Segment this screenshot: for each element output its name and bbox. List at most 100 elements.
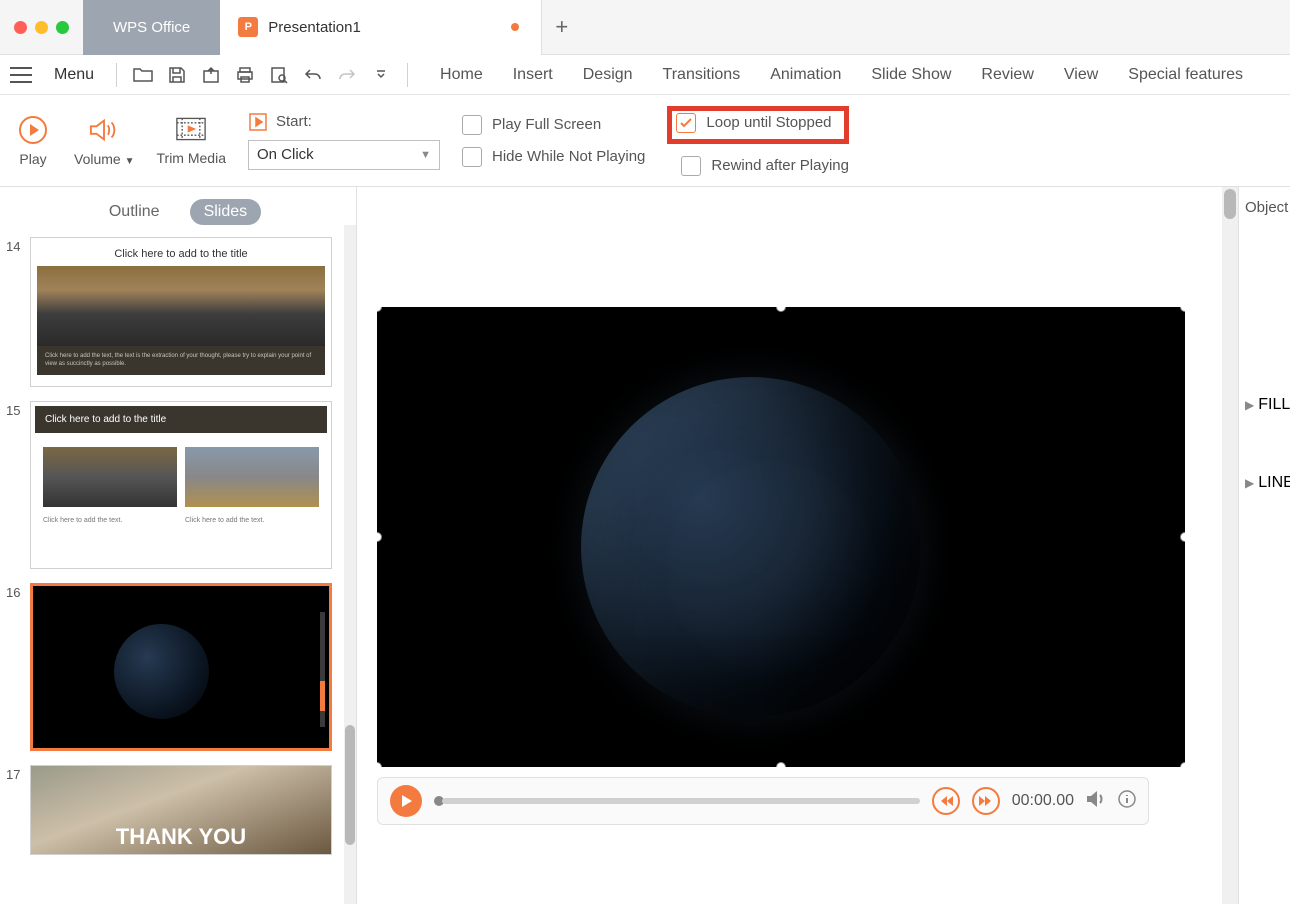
start-label: Start: bbox=[276, 113, 312, 130]
document-tab[interactable]: P Presentation1 bbox=[220, 0, 542, 55]
tab-outline[interactable]: Outline bbox=[95, 199, 174, 225]
tab-home[interactable]: Home bbox=[440, 66, 483, 84]
slide-image bbox=[37, 266, 325, 346]
play-full-screen-checkbox[interactable]: Play Full Screen bbox=[462, 115, 645, 135]
maximize-window-icon[interactable] bbox=[56, 21, 69, 34]
video-object[interactable] bbox=[377, 307, 1185, 767]
volume-button[interactable]: Volume ▼ bbox=[68, 115, 141, 167]
trim-media-icon bbox=[176, 114, 206, 144]
earth-icon bbox=[114, 624, 209, 719]
rewind-after-playing-checkbox[interactable]: Rewind after Playing bbox=[681, 156, 849, 176]
menu-row: Menu Home Insert Design Transitions Anim… bbox=[0, 55, 1290, 95]
hide-while-not-playing-checkbox[interactable]: Hide While Not Playing bbox=[462, 147, 645, 167]
resize-handle[interactable] bbox=[377, 307, 382, 312]
print-icon[interactable] bbox=[234, 64, 256, 86]
divider bbox=[116, 63, 117, 87]
resize-handle[interactable] bbox=[1180, 762, 1185, 767]
titlebar: WPS Office P Presentation1 + bbox=[0, 0, 1290, 55]
chevron-down-icon: ▼ bbox=[420, 149, 431, 161]
save-icon[interactable] bbox=[166, 64, 188, 86]
redo-icon[interactable] bbox=[336, 64, 358, 86]
highlight-annotation: Loop until Stopped bbox=[667, 106, 849, 144]
undo-icon[interactable] bbox=[302, 64, 324, 86]
slide-panel-tabs: Outline Slides bbox=[0, 187, 356, 237]
slide-canvas[interactable]: 00:00.00 bbox=[357, 187, 1238, 904]
line-section[interactable]: ▶LINE bbox=[1239, 474, 1290, 492]
new-tab-button[interactable]: + bbox=[542, 14, 582, 40]
expand-icon: ▶ bbox=[1245, 476, 1254, 490]
thumbnail-14[interactable]: 14 Click here to add to the title Click … bbox=[6, 237, 350, 387]
thumbnail-17[interactable]: 17 THANK YOU bbox=[6, 765, 350, 855]
info-icon[interactable] bbox=[1118, 790, 1136, 813]
tab-slide-show[interactable]: Slide Show bbox=[871, 66, 951, 84]
slide-number: 15 bbox=[6, 401, 26, 418]
start-select[interactable]: On Click ▼ bbox=[248, 140, 440, 170]
window-controls bbox=[0, 21, 83, 34]
slide-image bbox=[185, 447, 319, 507]
scrollbar-thumb[interactable] bbox=[1224, 189, 1236, 219]
tab-transitions[interactable]: Transitions bbox=[663, 66, 741, 84]
tab-slides[interactable]: Slides bbox=[190, 199, 262, 225]
document-title: Presentation1 bbox=[268, 19, 361, 36]
sidebar-scrollbar[interactable] bbox=[344, 225, 356, 904]
section-label: FILL bbox=[1258, 396, 1290, 414]
play-button[interactable]: Play bbox=[8, 115, 58, 167]
tab-design[interactable]: Design bbox=[583, 66, 633, 84]
hamburger-icon[interactable] bbox=[10, 67, 32, 83]
checkbox-icon bbox=[681, 156, 701, 176]
slide-caption: Click here to add the text. bbox=[185, 507, 319, 524]
main-area: « Outline Slides 14 Click here to add to… bbox=[0, 187, 1290, 904]
volume-icon[interactable] bbox=[1086, 790, 1106, 813]
tab-view[interactable]: View bbox=[1064, 66, 1098, 84]
tab-special-features[interactable]: Special features bbox=[1128, 66, 1243, 84]
earth-image bbox=[581, 377, 921, 717]
trim-label: Trim Media bbox=[157, 150, 227, 167]
slide-title-placeholder: Click here to add to the title bbox=[35, 406, 327, 433]
player-play-button[interactable] bbox=[390, 785, 422, 817]
scrollbar-thumb[interactable] bbox=[345, 725, 355, 845]
tab-review[interactable]: Review bbox=[981, 66, 1033, 84]
resize-handle[interactable] bbox=[377, 532, 382, 542]
slide-number: 17 bbox=[6, 765, 26, 782]
qat-customize-icon[interactable] bbox=[370, 64, 392, 86]
trim-media-button[interactable]: Trim Media bbox=[151, 114, 233, 167]
ribbon-tabs: Home Insert Design Transitions Animation… bbox=[440, 66, 1243, 84]
thumbnail-16[interactable]: 16 bbox=[6, 583, 350, 751]
resize-handle[interactable] bbox=[1180, 532, 1185, 542]
minimize-window-icon[interactable] bbox=[35, 21, 48, 34]
close-window-icon[interactable] bbox=[14, 21, 27, 34]
app-tab[interactable]: WPS Office bbox=[83, 0, 220, 55]
expand-icon: ▶ bbox=[1245, 398, 1254, 412]
start-value: On Click bbox=[257, 146, 314, 163]
slide-caption: Click here to add the text, the text is … bbox=[37, 346, 325, 375]
resize-handle[interactable] bbox=[776, 307, 786, 312]
export-icon[interactable] bbox=[200, 64, 222, 86]
step-back-button[interactable] bbox=[932, 787, 960, 815]
thumbnail-15[interactable]: 15 Click here to add to the title Click … bbox=[6, 401, 350, 569]
playback-options-col2: Loop until Stopped Rewind after Playing bbox=[667, 106, 849, 176]
resize-handle[interactable] bbox=[377, 762, 382, 767]
resize-handle[interactable] bbox=[1180, 307, 1185, 312]
slide-accent-orange bbox=[320, 681, 325, 711]
slide-caption: Click here to add the text. bbox=[43, 507, 177, 524]
print-preview-icon[interactable] bbox=[268, 64, 290, 86]
step-forward-button[interactable] bbox=[972, 787, 1000, 815]
seek-bar[interactable] bbox=[434, 796, 920, 806]
checkbox-label: Hide While Not Playing bbox=[492, 148, 645, 165]
open-icon[interactable] bbox=[132, 64, 154, 86]
video-player-controls: 00:00.00 bbox=[377, 777, 1149, 825]
loop-until-stopped-checkbox[interactable]: Loop until Stopped bbox=[676, 113, 831, 133]
checkbox-checked-icon bbox=[676, 113, 696, 133]
fill-section[interactable]: ▶ FILL bbox=[1239, 396, 1290, 414]
checkbox-icon bbox=[462, 147, 482, 167]
canvas-scrollbar[interactable] bbox=[1222, 187, 1238, 904]
divider bbox=[407, 63, 408, 87]
checkbox-label: Loop until Stopped bbox=[706, 114, 831, 131]
menu-button[interactable]: Menu bbox=[44, 66, 104, 84]
tab-animation[interactable]: Animation bbox=[770, 66, 841, 84]
start-group: Start: On Click ▼ bbox=[248, 112, 440, 170]
resize-handle[interactable] bbox=[776, 762, 786, 767]
slide-number: 14 bbox=[6, 237, 26, 254]
ribbon-video-tools: Play Volume ▼ Trim Media Start: On Click… bbox=[0, 95, 1290, 187]
tab-insert[interactable]: Insert bbox=[513, 66, 553, 84]
